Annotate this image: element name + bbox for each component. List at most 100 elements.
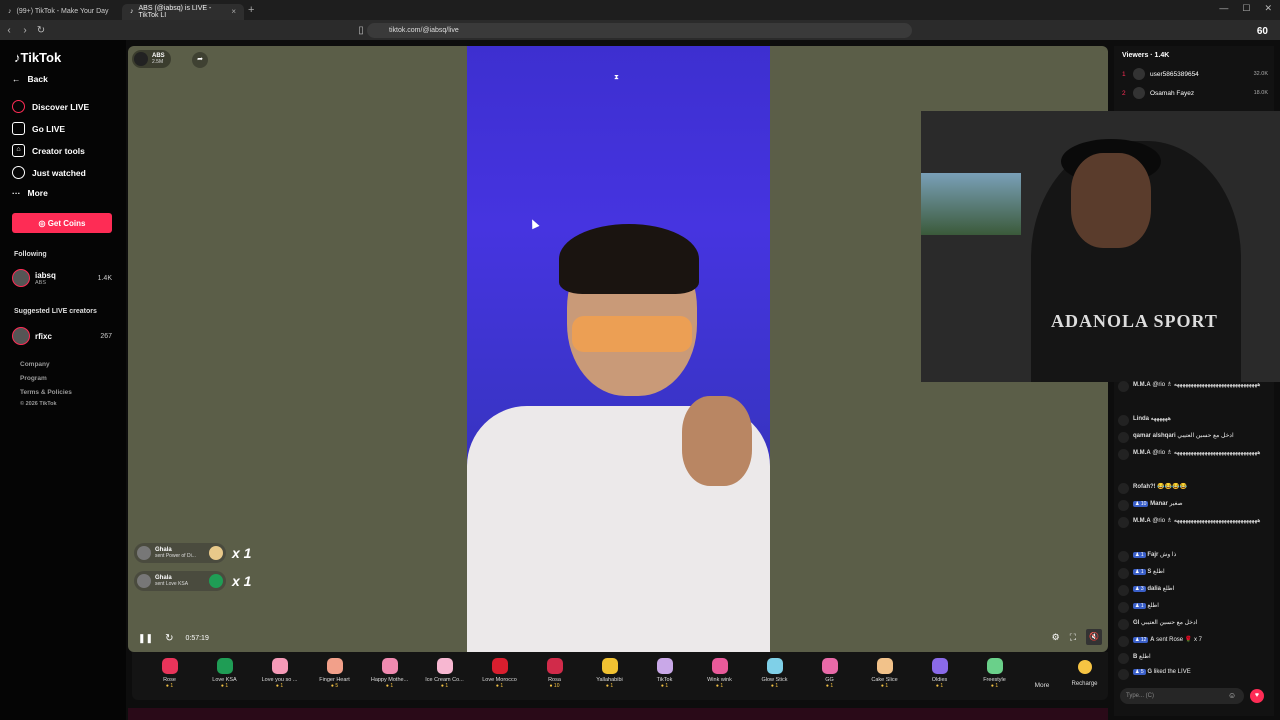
pause-icon[interactable]: ❚❚ bbox=[138, 633, 153, 644]
level-badge: ♟ 3 bbox=[1133, 586, 1146, 592]
nav-creator-tools[interactable]: ⌂ Creator tools bbox=[12, 144, 85, 157]
chat-message[interactable]: Rofah?! 😂😂😂😂 bbox=[1118, 483, 1268, 494]
stream-time: 0:57:19 bbox=[185, 635, 209, 642]
chat-message[interactable]: Gl ادخل مع حسين العتيبي bbox=[1118, 619, 1268, 630]
footer-link-terms[interactable]: Terms & Policies bbox=[20, 389, 72, 396]
footer-link-program[interactable]: Program bbox=[20, 375, 47, 382]
gift-item[interactable]: Ice Cream Co... ● 1 bbox=[417, 652, 472, 700]
chat-text: ذا وش bbox=[1160, 552, 1177, 558]
following-account[interactable]: iabsq ABS 1.4K bbox=[12, 269, 112, 287]
avatar bbox=[1118, 415, 1129, 426]
get-coins-button[interactable]: ◎ Get Coins bbox=[12, 213, 112, 233]
gift-more-button[interactable]: More bbox=[1022, 652, 1062, 700]
suggested-account[interactable]: rfixc 267 bbox=[12, 327, 112, 345]
gift-item[interactable]: Oldies ● 1 bbox=[912, 652, 967, 700]
back-arrow-icon[interactable]: ‹ bbox=[2, 25, 16, 36]
emoji-icon[interactable]: ☺ bbox=[1228, 691, 1236, 700]
gift-item[interactable]: Happy Mothe... ● 1 bbox=[362, 652, 417, 700]
browser-tab-active[interactable]: ♪ ABS (@iabsq) is LIVE - TikTok LI × bbox=[122, 3, 244, 20]
reload-icon[interactable]: ↻ bbox=[34, 25, 48, 36]
gift-multiplier: x 1 bbox=[232, 545, 252, 561]
recharge-label: Recharge bbox=[1071, 681, 1098, 687]
viewer-count: 267 bbox=[100, 332, 112, 340]
gift-item[interactable]: Finger Heart ● 5 bbox=[307, 652, 362, 700]
gift-price-value: 1 bbox=[940, 683, 944, 689]
gift-item[interactable]: Cake Slice ● 1 bbox=[857, 652, 912, 700]
chat-message[interactable]: ♟ 10 Manar صغير bbox=[1118, 500, 1268, 511]
viewer-row[interactable]: 1 user5865389654 32.0K bbox=[1122, 68, 1268, 80]
chat-text: اطلع bbox=[1153, 569, 1165, 575]
tiktok-logo[interactable]: ♪TikTok bbox=[14, 50, 61, 65]
share-icon[interactable]: ➦ bbox=[192, 52, 208, 68]
nav-just-watched[interactable]: Just watched bbox=[12, 166, 86, 179]
mute-icon[interactable]: 🔇 bbox=[1086, 629, 1102, 645]
gift-item[interactable]: Rosa ● 10 bbox=[527, 652, 582, 700]
gift-item[interactable]: Wink wink ● 1 bbox=[692, 652, 747, 700]
account-sub: ABS bbox=[35, 279, 47, 286]
gift-item[interactable]: TikTok ● 1 bbox=[637, 652, 692, 700]
like-heart-icon[interactable]: ♥ bbox=[1250, 689, 1264, 703]
level-badge: ♟ 1 bbox=[1133, 603, 1146, 609]
love-ksa-gift-icon bbox=[209, 574, 223, 588]
chat-message[interactable]: qamar alshqari ادخل مع حسين العتيبي bbox=[1118, 432, 1268, 443]
forward-arrow-icon[interactable]: › bbox=[18, 25, 32, 36]
chat-message[interactable]: ♟ 5 G liked the LIVE bbox=[1118, 669, 1268, 680]
chat-message[interactable]: M.M.A @rio ♗ ههههههههههههههههههههههههههه… bbox=[1118, 449, 1268, 460]
gift-item[interactable]: Yallahabibi ● 1 bbox=[582, 652, 637, 700]
chat-message[interactable]: ♟ 1 اطلع bbox=[1118, 602, 1268, 613]
gift-price: ● 1 bbox=[165, 683, 174, 689]
settings-icon[interactable]: ⚙ bbox=[1052, 632, 1060, 643]
nav-discover-live[interactable]: Discover LIVE bbox=[12, 100, 89, 113]
chat-message[interactable]: M.M.A @rio ♗ ههههههههههههههههههههههههههه… bbox=[1118, 381, 1268, 392]
chat-message[interactable]: Linda ههههههه bbox=[1118, 415, 1268, 426]
back-button[interactable]: ← Back bbox=[12, 74, 48, 84]
chat-message[interactable]: M.M.A @rio ♗ ههههههههههههههههههههههههههه… bbox=[1118, 517, 1268, 528]
host-badge[interactable]: ABS 2.5M bbox=[132, 50, 171, 68]
gift-item[interactable]: Glow Stick ● 1 bbox=[747, 652, 802, 700]
viewer-row[interactable]: 2 Osamah Fayez 18.0K bbox=[1122, 87, 1268, 99]
gift-item[interactable]: GG ● 1 bbox=[802, 652, 857, 700]
chat-message[interactable]: B اطلع bbox=[1118, 653, 1268, 664]
fullscreen-icon[interactable]: ⛶ bbox=[1070, 632, 1076, 643]
gift-item[interactable]: Love KSA ● 1 bbox=[197, 652, 252, 700]
recharge-button[interactable]: Recharge bbox=[1062, 652, 1107, 700]
gift-item[interactable]: Love Morocco ● 1 bbox=[472, 652, 527, 700]
gift-icon bbox=[381, 658, 398, 674]
chat-user: Linda bbox=[1133, 416, 1149, 422]
viewer-count: 1.4K bbox=[97, 274, 112, 282]
gift-item[interactable]: Rose ● 1 bbox=[142, 652, 197, 700]
chat-input[interactable]: Type... (C) bbox=[1120, 688, 1244, 704]
chat-user: M.M.A bbox=[1133, 518, 1151, 524]
live-video[interactable] bbox=[467, 46, 770, 652]
bookmark-icon[interactable]: ▯ bbox=[354, 25, 368, 36]
chat-message[interactable]: ♟ 1 S اطلع bbox=[1118, 568, 1268, 579]
refresh-icon[interactable]: ↻ bbox=[165, 633, 173, 644]
player-right-controls: ⚙ ⛶ 🔇 bbox=[1052, 629, 1102, 645]
chat-message[interactable]: ♟ 12 A sent Rose 🌹 x 7 bbox=[1118, 636, 1268, 647]
browser-tab[interactable]: ♪ (99+) TikTok - Make Your Day bbox=[0, 4, 122, 20]
level-badge: ♟ 12 bbox=[1133, 637, 1149, 643]
nav-more[interactable]: ··· More bbox=[12, 188, 48, 198]
chat-message[interactable]: ♟ 1 Fajr ذا وش bbox=[1118, 551, 1268, 562]
url-field[interactable]: tiktok.com/@iabsq/live bbox=[367, 22, 912, 38]
gift-icon bbox=[546, 658, 563, 674]
webcam-tv-shape bbox=[921, 173, 1021, 235]
gift-item[interactable]: Freestyle ● 1 bbox=[967, 652, 1022, 700]
new-tab-icon[interactable]: + bbox=[248, 4, 254, 16]
nav-go-live[interactable]: Go LIVE bbox=[12, 122, 65, 135]
minimize-icon[interactable]: — bbox=[1219, 3, 1228, 14]
chat-text: ادخل مع حسين العتيبي bbox=[1177, 433, 1234, 439]
gift-price: ● 5 bbox=[330, 683, 339, 689]
playback-controls: ❚❚ ↻ 0:57:19 bbox=[138, 633, 209, 644]
close-tab-icon[interactable]: × bbox=[231, 7, 236, 16]
gift-price-value: 1 bbox=[280, 683, 284, 689]
gift-item[interactable]: Love you so ... ● 1 bbox=[252, 652, 307, 700]
chat-text: liked the LIVE bbox=[1153, 669, 1191, 675]
avatar bbox=[1118, 551, 1129, 562]
viewers-title[interactable]: Viewers · 1.4K bbox=[1122, 52, 1169, 59]
chat-message[interactable]: ♟ 3 dalia اطلع bbox=[1118, 585, 1268, 596]
maximize-icon[interactable]: ☐ bbox=[1242, 3, 1250, 14]
close-window-icon[interactable]: ✕ bbox=[1264, 3, 1272, 14]
bottom-strip bbox=[128, 708, 1108, 720]
footer-link-company[interactable]: Company bbox=[20, 361, 50, 368]
